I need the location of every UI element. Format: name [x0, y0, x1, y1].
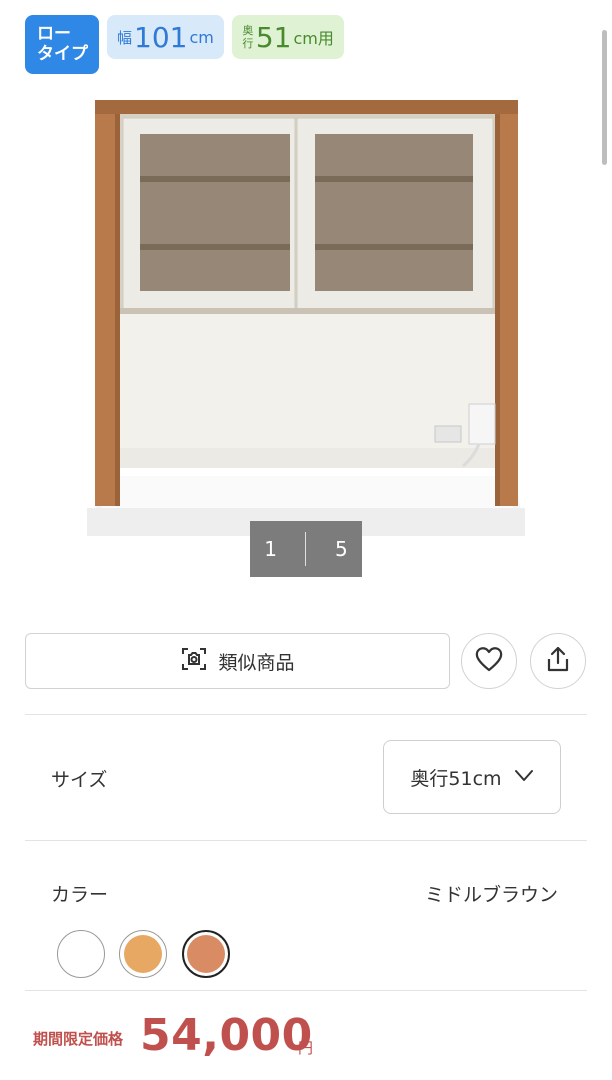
share-button[interactable] — [530, 633, 586, 689]
color-label: カラー — [51, 884, 109, 906]
divider — [25, 714, 587, 715]
size-label: サイズ — [51, 769, 108, 791]
depth-prefix-top: 奥 — [242, 24, 254, 37]
product-image[interactable] — [85, 98, 530, 540]
color-swatch-middle-brown-fill — [187, 935, 225, 973]
favorite-button[interactable] — [461, 633, 517, 689]
scrollbar[interactable] — [602, 30, 607, 165]
image-counter-total: 5 — [334, 537, 348, 561]
depth-badge: 奥 行 51 cm用 — [231, 15, 344, 59]
size-select[interactable]: 奥行51cm — [383, 740, 561, 814]
width-unit: cm — [189, 27, 214, 47]
price-unit: 円 — [298, 1039, 314, 1057]
price-value: 54,000 — [140, 1010, 313, 1061]
width-badge: 幅 101 cm — [107, 15, 224, 59]
chevron-down-icon — [514, 766, 534, 788]
similar-products-button[interactable]: 類似商品 — [25, 633, 450, 689]
depth-prefix: 奥 行 — [242, 24, 254, 50]
color-swatch-natural[interactable] — [119, 930, 167, 978]
similar-products-label: 類似商品 — [218, 651, 295, 674]
depth-value: 51 — [255, 20, 292, 54]
color-swatch-white[interactable] — [57, 930, 105, 978]
color-selected-name: ミドルブラウン — [424, 884, 558, 906]
low-type-line1: ロー — [37, 24, 71, 44]
width-prefix: 幅 — [117, 28, 133, 47]
price-label: 期間限定価格 — [33, 1030, 124, 1048]
depth-prefix-bottom: 行 — [242, 37, 254, 50]
divider — [25, 840, 587, 841]
image-counter-current: 1 — [264, 537, 277, 561]
color-swatch-natural-fill — [124, 935, 162, 973]
share-icon — [545, 645, 571, 677]
divider — [25, 990, 587, 991]
low-type-line2: タイプ — [37, 44, 88, 64]
product-tags: ロー タイプ 幅 101 cm 奥 行 51 cm用 — [25, 15, 344, 74]
camera-scan-icon — [180, 645, 208, 678]
image-counter: 1 5 — [250, 521, 362, 577]
low-type-badge: ロー タイプ — [25, 15, 99, 74]
color-swatch-middle-brown[interactable] — [182, 930, 230, 978]
image-counter-divider — [305, 532, 307, 566]
width-value: 101 — [134, 20, 188, 54]
heart-icon — [474, 645, 504, 677]
depth-unit: cm用 — [293, 29, 334, 48]
size-selected-value: 奥行51cm — [410, 767, 502, 790]
color-swatch-white-fill — [62, 935, 100, 973]
